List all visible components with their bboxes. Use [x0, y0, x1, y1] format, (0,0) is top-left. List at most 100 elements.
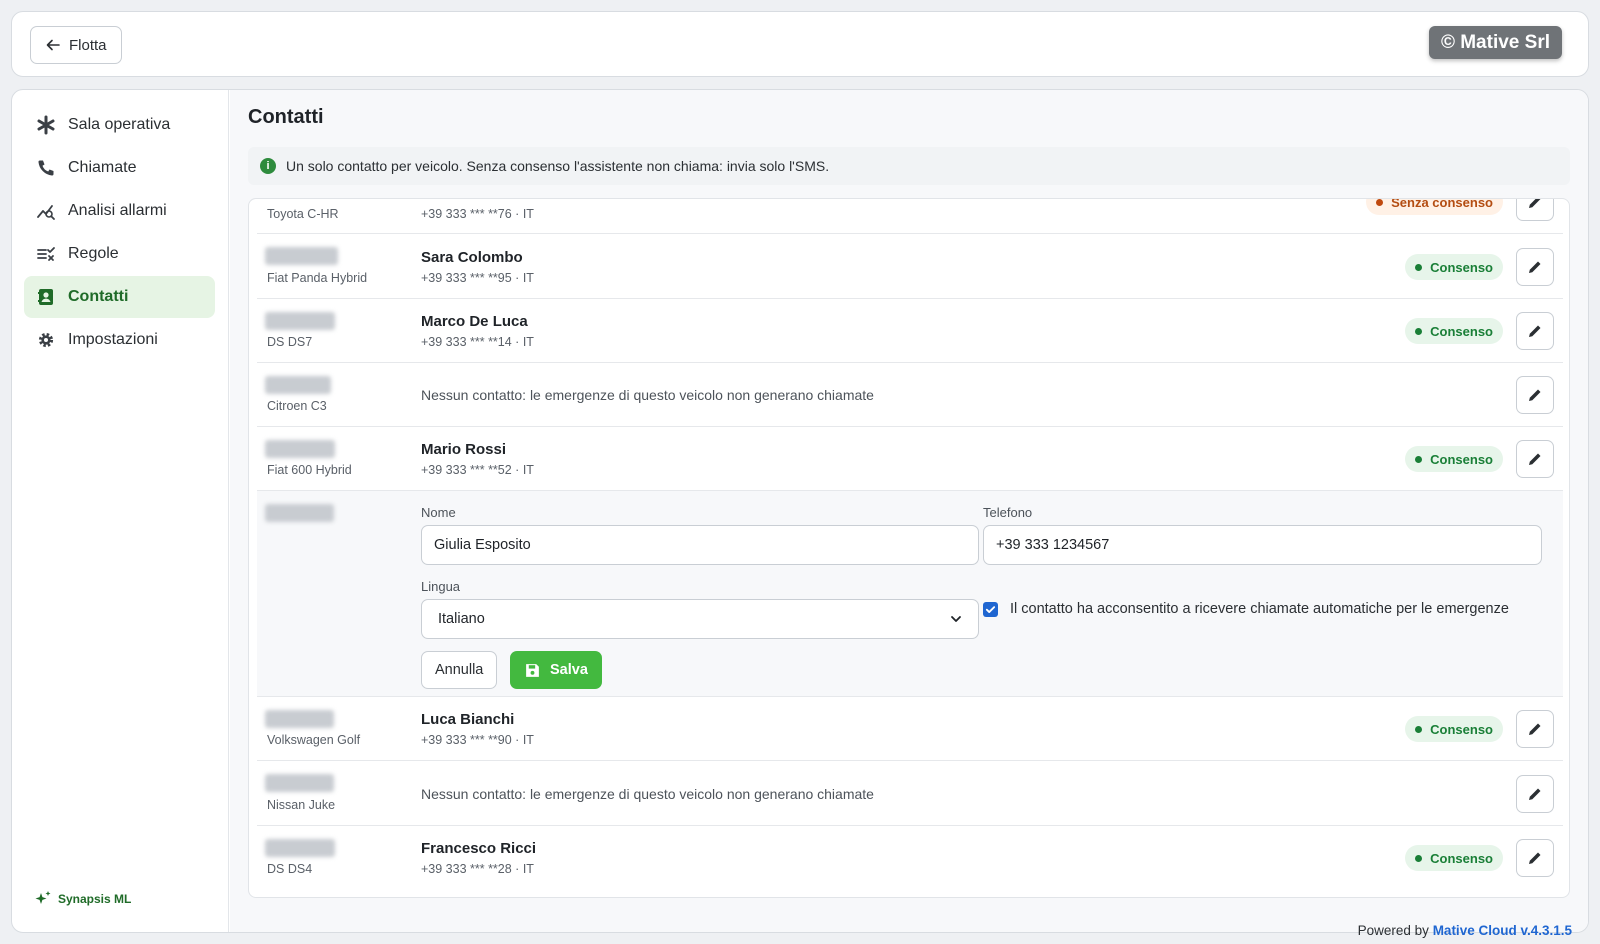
contacts-list: Toyota C-HR +39 333 *** **76 · IT Senza …: [248, 198, 1570, 898]
gear-icon: [38, 332, 54, 348]
back-button-label: Flotta: [69, 36, 107, 54]
sidebar-item-label: Sala operativa: [68, 116, 171, 133]
edit-contact-button[interactable]: [1516, 248, 1554, 286]
status-badge: Consenso: [1405, 318, 1503, 344]
vehicle-model: Fiat 600 Hybrid: [267, 463, 352, 477]
edit-contact-button[interactable]: [1516, 312, 1554, 350]
consent-checkbox[interactable]: [983, 601, 998, 617]
info-text: Un solo contatto per veicolo. Senza cons…: [286, 158, 830, 174]
sidebar-item-analisi-allarmi[interactable]: Analisi allarmi: [24, 190, 215, 232]
contact-phone: +39 333 *** **90 · IT: [421, 733, 534, 747]
license-plate-blurred: [265, 774, 334, 792]
chevron-down-icon: [951, 616, 961, 622]
analytics-icon: [37, 205, 55, 220]
status-dot: [1415, 854, 1423, 862]
vehicle-model: Fiat Panda Hybrid: [267, 271, 368, 285]
edit-contact-button[interactable]: [1516, 376, 1554, 414]
pencil-icon: [1529, 325, 1541, 337]
phone-field-label: Telefono: [983, 505, 1033, 520]
license-plate-blurred: [265, 440, 335, 458]
status-dot: [1415, 263, 1423, 271]
sidebar-item-contatti[interactable]: Contatti: [24, 276, 215, 318]
status-badge: Senza consenso: [1366, 198, 1503, 215]
status-label: Senza consenso: [1391, 198, 1493, 210]
synapsis-brand: Synapsis ML: [34, 890, 131, 908]
phone-input[interactable]: [983, 525, 1542, 565]
pencil-icon: [1529, 852, 1541, 864]
no-contact-message: Nessun contatto: le emergenze di questo …: [421, 786, 874, 802]
info-icon: i: [260, 158, 276, 174]
sidebar-item-chiamate[interactable]: Chiamate: [24, 147, 215, 189]
status-label: Consenso: [1430, 451, 1493, 467]
license-plate-blurred: [265, 504, 334, 522]
pencil-icon: [1529, 788, 1541, 800]
list-item: DS DS7 Marco De Luca +39 333 *** **14 · …: [257, 299, 1563, 363]
synapsis-label: Synapsis ML: [58, 892, 132, 906]
sidebar: Sala operativa Chiamate Analisi allarmi …: [12, 90, 229, 932]
save-button[interactable]: Salva: [510, 651, 602, 689]
contact-phone: +39 333 *** **14 · IT: [421, 335, 534, 349]
back-to-fleet-button[interactable]: Flotta: [30, 26, 122, 64]
edit-contact-button[interactable]: [1516, 775, 1554, 813]
contact-name: Sara Colombo: [421, 249, 523, 266]
powered-by-footer: Powered by Mative Cloud v.4.3.1.5: [1358, 923, 1572, 938]
app-frame: Sala operativa Chiamate Analisi allarmi …: [11, 89, 1589, 933]
contact-name: Luca Bianchi: [421, 711, 515, 728]
language-field-label: Lingua: [421, 579, 461, 594]
page-title: Contatti: [248, 106, 324, 128]
sidebar-item-label: Contatti: [68, 288, 129, 305]
license-plate-blurred: [265, 839, 335, 857]
license-plate-blurred: [265, 312, 335, 330]
main-content: Contatti i Un solo contatto per veicolo.…: [230, 90, 1588, 932]
license-plate-blurred: [265, 247, 338, 265]
language-select[interactable]: Italiano: [421, 599, 979, 639]
name-field-label: Nome: [421, 505, 456, 520]
cancel-button[interactable]: Annulla: [421, 651, 498, 689]
edit-contact-button[interactable]: [1516, 710, 1554, 748]
license-plate-blurred: [265, 376, 331, 394]
arrow-left-icon: [46, 39, 60, 51]
edit-contact-button[interactable]: [1516, 839, 1554, 877]
contact-phone: +39 333 *** **28 · IT: [421, 862, 534, 876]
top-bar: Flotta © Mative Srl: [11, 11, 1589, 77]
status-badge: Consenso: [1405, 254, 1503, 280]
vehicle-model: Citroen C3: [267, 399, 327, 413]
status-badge: Consenso: [1405, 716, 1503, 742]
list-item: DS DS4 Francesco Ricci +39 333 *** **28 …: [257, 826, 1563, 897]
list-item: Nissan Juke Nessun contatto: le emergenz…: [257, 761, 1563, 826]
language-selected-value: Italiano: [438, 611, 485, 627]
sidebar-item-label: Regole: [68, 245, 119, 262]
status-label: Consenso: [1430, 721, 1493, 737]
vehicle-model: Volkswagen Golf: [267, 733, 361, 747]
pencil-icon: [1529, 453, 1541, 465]
sidebar-item-label: Analisi allarmi: [68, 202, 167, 219]
contact-name: Mario Rossi: [421, 441, 507, 458]
phone-icon: [38, 160, 54, 176]
status-badge: Consenso: [1405, 446, 1503, 472]
asterisk-icon: [37, 115, 55, 135]
powered-by-prefix: Powered by: [1357, 923, 1429, 938]
rules-icon: [37, 247, 55, 261]
status-dot: [1415, 455, 1423, 463]
floppy-disk-icon: [526, 663, 539, 677]
sidebar-item-regole[interactable]: Regole: [24, 233, 215, 275]
edit-contact-button[interactable]: [1516, 199, 1554, 221]
brand-badge: © Mative Srl: [1428, 26, 1562, 59]
list-item: Toyota C-HR +39 333 *** **76 · IT Senza …: [257, 199, 1563, 234]
contact-name: Marco De Luca: [421, 313, 528, 330]
edit-contact-button[interactable]: [1516, 440, 1554, 478]
contact-edit-form: Nome Telefono Lingua Italiano Il contatt…: [257, 491, 1563, 697]
no-contact-message: Nessun contatto: le emergenze di questo …: [421, 387, 874, 403]
checkmark-icon: [985, 605, 996, 613]
contact-phone: +39 333 *** **52 · IT: [421, 463, 534, 477]
consent-checkbox-row[interactable]: Il contatto ha acconsentito a ricevere c…: [983, 601, 1509, 617]
license-plate-blurred: [265, 710, 334, 728]
status-dot: [1415, 327, 1423, 335]
name-input[interactable]: [421, 525, 979, 565]
status-label: Consenso: [1430, 850, 1493, 866]
sidebar-item-sala-operativa[interactable]: Sala operativa: [24, 104, 215, 146]
pencil-icon: [1529, 389, 1541, 401]
vehicle-model: Toyota C-HR: [267, 207, 339, 221]
sidebar-item-impostazioni[interactable]: Impostazioni: [24, 319, 215, 361]
powered-by-brand-link[interactable]: Mative Cloud v.4.3.1.5: [1433, 923, 1572, 938]
